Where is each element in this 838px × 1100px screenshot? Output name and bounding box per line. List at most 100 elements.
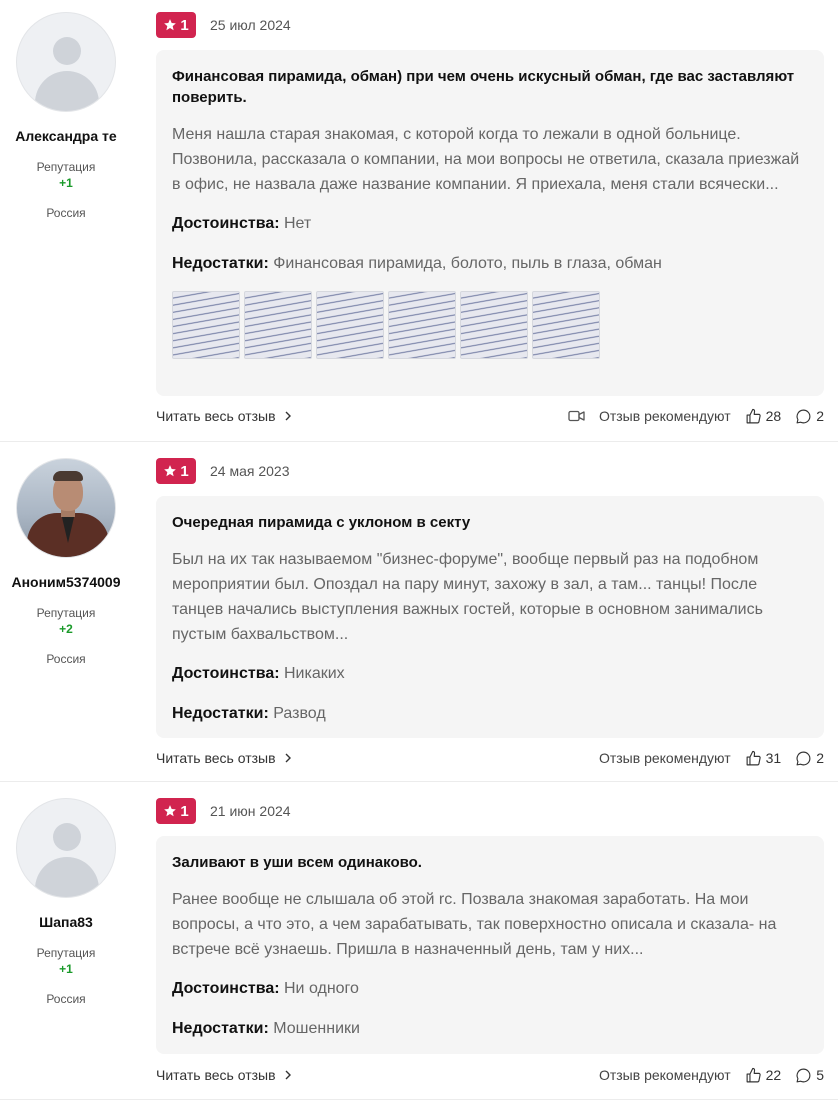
review-author: Аноним5374009 Репутация +2 Россия [0, 458, 132, 666]
review-title[interactable]: Заливают в уши всем одинаково. [172, 852, 808, 873]
review-card[interactable]: Очередная пирамида с уклоном в секту Был… [156, 496, 824, 738]
reputation-value: +1 [59, 962, 73, 976]
review-photo[interactable] [388, 291, 456, 359]
reputation-value: +1 [59, 176, 73, 190]
review-author: Шапа83 Репутация +1 Россия [0, 798, 132, 1006]
author-name[interactable]: Шапа83 [0, 914, 132, 930]
comments-button[interactable]: 2 [795, 750, 824, 767]
comments-button[interactable]: 2 [795, 408, 824, 425]
review-meta: 1 25 июл 2024 [156, 12, 291, 38]
comments-button[interactable]: 5 [795, 1067, 824, 1084]
cons-value: Мошенники [273, 1020, 360, 1037]
cons-label: Недостатки: [172, 705, 269, 722]
review-footer: Читать весь отзыв Отзыв рекомендуют 31 2 [156, 748, 824, 768]
chevron-right-icon [285, 1070, 291, 1080]
review-date: 25 июл 2024 [210, 17, 291, 33]
review-photo[interactable] [316, 291, 384, 359]
pros-value: Никаких [284, 665, 345, 682]
comment-icon [796, 1068, 811, 1082]
star-icon [164, 19, 177, 31]
reputation-label: Репутация [36, 606, 96, 620]
default-avatar-icon[interactable] [16, 12, 116, 112]
review-photos [172, 291, 808, 359]
review-title[interactable]: Очередная пирамида с уклоном в секту [172, 512, 808, 533]
review-text: Меня нашла старая знакомая, с которой ко… [172, 126, 800, 193]
like-button[interactable]: 22 [745, 1067, 782, 1084]
review-photo[interactable] [460, 291, 528, 359]
rating-badge: 1 [156, 12, 196, 38]
user-photo[interactable] [16, 458, 116, 558]
review-title[interactable]: Финансовая пирамида, обман) при чем очен… [172, 66, 808, 108]
review-photo[interactable] [532, 291, 600, 359]
thumbs-up-icon [746, 750, 761, 765]
review-text: Ранее вообще не слышала об этой rc. Позв… [172, 891, 777, 958]
read-more-label: Читать весь отзыв [156, 408, 276, 424]
review-pros: Достоинства: Никаких [172, 663, 808, 685]
pros-value: Ни одного [284, 980, 359, 997]
review-card[interactable]: Заливают в уши всем одинаково. Ранее воо… [156, 836, 824, 1054]
author-country: Россия [46, 206, 86, 220]
rating-value: 1 [180, 16, 189, 34]
thumbs-up-icon [746, 408, 761, 423]
review-photo[interactable] [244, 291, 312, 359]
cons-label: Недостатки: [172, 1020, 269, 1037]
reputation-label: Репутация [36, 160, 96, 174]
review-card[interactable]: Финансовая пирамида, обман) при чем очен… [156, 50, 824, 396]
pros-label: Достоинства: [172, 215, 280, 232]
review-footer: Читать весь отзыв Отзыв рекомендуют 28 2 [156, 406, 824, 426]
like-count: 22 [765, 1067, 782, 1083]
recommend-label: Отзыв рекомендуют [598, 1067, 731, 1083]
read-full-review-link[interactable]: Читать весь отзыв [156, 408, 292, 424]
review-item: Аноним5374009 Репутация +2 Россия 1 24 м… [0, 442, 838, 782]
author-name[interactable]: Аноним5374009 [0, 574, 132, 590]
read-more-label: Читать весь отзыв [156, 1067, 276, 1083]
comment-count: 2 [816, 408, 824, 424]
pros-label: Достоинства: [172, 665, 280, 682]
rating-value: 1 [180, 462, 189, 480]
reputation-value: +2 [59, 622, 73, 636]
review-date: 21 июн 2024 [210, 803, 291, 819]
read-full-review-link[interactable]: Читать весь отзыв [156, 750, 292, 766]
rating-badge: 1 [156, 798, 196, 824]
read-more-label: Читать весь отзыв [156, 750, 276, 766]
video-icon [568, 410, 585, 422]
review-meta: 1 21 июн 2024 [156, 798, 291, 824]
recommend-label: Отзыв рекомендуют [598, 750, 731, 766]
star-icon [164, 805, 177, 817]
rating-badge: 1 [156, 458, 196, 484]
review-text: Был на их так называемом "бизнес-форуме"… [172, 551, 763, 643]
chevron-right-icon [285, 411, 291, 421]
review-cons: Недостатки: Мошенники [172, 1018, 808, 1040]
review-meta: 1 24 мая 2023 [156, 458, 290, 484]
cons-label: Недостатки: [172, 255, 269, 272]
review-author: Александра те Репутация +1 Россия [0, 12, 132, 220]
comment-icon [796, 409, 811, 423]
like-count: 28 [765, 408, 782, 424]
review-cons: Недостатки: Финансовая пирамида, болото,… [172, 253, 808, 275]
pros-value: Нет [284, 215, 312, 232]
like-button[interactable]: 28 [745, 408, 782, 425]
read-full-review-link[interactable]: Читать весь отзыв [156, 1067, 292, 1083]
comment-count: 5 [816, 1067, 824, 1083]
comment-icon [796, 751, 811, 765]
review-pros: Достоинства: Нет [172, 213, 808, 235]
author-name[interactable]: Александра те [0, 128, 132, 144]
rating-value: 1 [180, 802, 189, 820]
thumbs-up-icon [746, 1067, 761, 1082]
review-photo[interactable] [172, 291, 240, 359]
review-item: Александра те Репутация +1 Россия 1 25 и… [0, 0, 838, 442]
comment-count: 2 [816, 750, 824, 766]
cons-value: Развод [273, 705, 326, 722]
pros-label: Достоинства: [172, 980, 280, 997]
like-button[interactable]: 31 [745, 750, 781, 767]
star-icon [164, 465, 177, 477]
default-avatar-icon[interactable] [16, 798, 116, 898]
cons-value: Финансовая пирамида, болото, пыль в глаз… [273, 255, 662, 272]
review-date: 24 мая 2023 [210, 463, 290, 479]
reputation-label: Репутация [36, 946, 96, 960]
review-pros: Достоинства: Ни одного [172, 978, 808, 1000]
chevron-right-icon [285, 753, 291, 763]
review-footer: Читать весь отзыв Отзыв рекомендуют 22 5 [156, 1065, 824, 1085]
review-cons: Недостатки: Развод [172, 703, 808, 725]
author-country: Россия [46, 652, 86, 666]
